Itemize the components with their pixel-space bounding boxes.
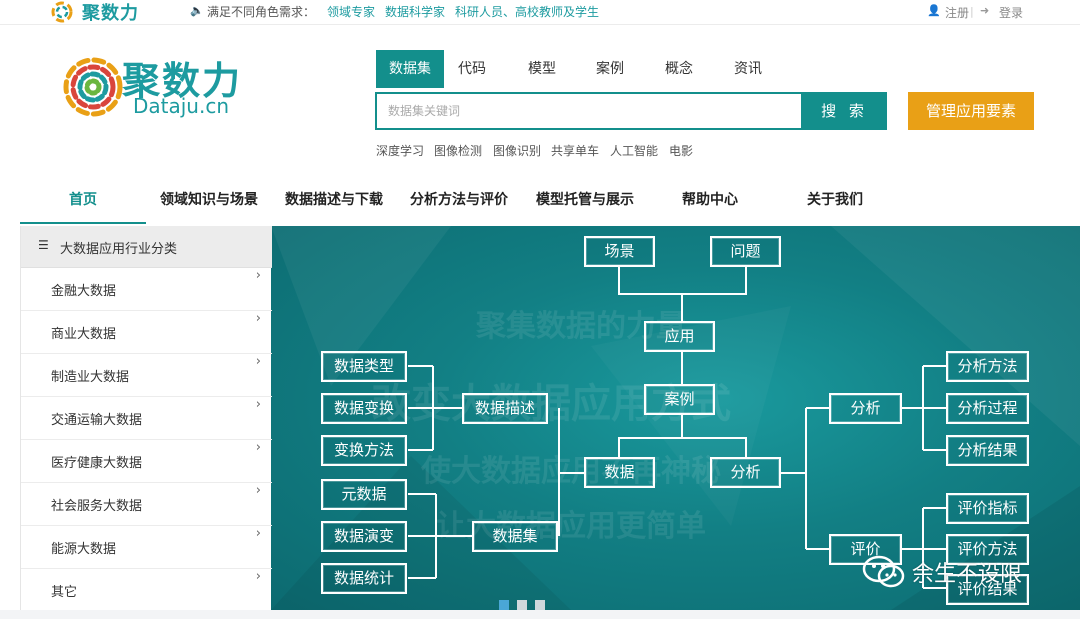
flow-node-data-statistics: 数据统计: [321, 563, 407, 594]
logo-mark-icon: [51, 1, 73, 23]
login-link[interactable]: 登录: [999, 4, 1023, 21]
carousel-dot[interactable]: [499, 600, 509, 610]
flow-node-transform-method: 变换方法: [321, 435, 407, 466]
speaker-icon: 🔈: [190, 4, 204, 17]
flow-node-analysis-result: 分析结果: [946, 435, 1029, 466]
hot-keyword[interactable]: 深度学习: [376, 142, 424, 159]
chevron-right-icon: ›: [255, 268, 261, 283]
flow-node-data-evolution: 数据演变: [321, 521, 407, 552]
flow-node-metadata: 元数据: [321, 479, 407, 510]
chevron-right-icon: ›: [255, 397, 261, 412]
search-button[interactable]: 搜 索: [802, 92, 887, 130]
flow-node-analysis-process: 分析过程: [946, 393, 1029, 424]
flow-node-scene: 场景: [584, 236, 655, 267]
flow-node-analysis-method: 分析方法: [946, 351, 1029, 382]
sidebar-item-manufacturing[interactable]: 制造业大数据 ›: [21, 354, 272, 397]
logo-icon[interactable]: [60, 52, 130, 122]
sidebar-title: 大数据应用行业分类: [60, 242, 178, 257]
sidebar-item-social-services[interactable]: 社会服务大数据 ›: [21, 483, 272, 526]
flow-node-data-type: 数据类型: [321, 351, 407, 382]
login-icon: ➜: [980, 4, 990, 17]
flow-node-data-description: 数据描述: [462, 393, 548, 424]
hot-keyword[interactable]: 共享单车: [551, 142, 599, 159]
tab-dataset[interactable]: 数据集: [376, 50, 444, 88]
list-icon: ☰: [38, 238, 49, 252]
flow-node-analysis-branch: 分析: [829, 393, 902, 424]
chevron-right-icon: ›: [255, 440, 261, 455]
role-link-domain-expert[interactable]: 领域专家: [327, 3, 375, 20]
chevron-right-icon: ›: [255, 311, 261, 326]
hot-keyword[interactable]: 图像检测: [434, 142, 482, 159]
tab-concept[interactable]: 概念: [651, 50, 707, 88]
register-link[interactable]: 注册: [945, 4, 969, 21]
mini-brand[interactable]: 聚数力: [82, 0, 139, 25]
industry-sidebar: ☰ 大数据应用行业分类 金融大数据 › 商业大数据 › 制造业大数据 › 交通运输大数…: [20, 226, 272, 612]
sidebar-item-label: 金融大数据: [51, 284, 117, 299]
sidebar-item-other[interactable]: 其它 ›: [21, 569, 272, 612]
role-need-label: 满足不同角色需求：: [207, 5, 316, 19]
flow-node-evaluation-index: 评价指标: [946, 493, 1029, 524]
main-nav: 首页 领域知识与场景 数据描述与下载 分析方法与评价 模型托管与展示 帮助中心 …: [0, 182, 1080, 224]
nav-data-download[interactable]: 数据描述与下载: [272, 182, 396, 224]
sidebar-item-transport[interactable]: 交通运输大数据 ›: [21, 397, 272, 440]
search-box: [375, 92, 803, 130]
chevron-right-icon: ›: [255, 526, 261, 541]
sidebar-item-label: 其它: [51, 585, 78, 600]
sidebar-header: ☰ 大数据应用行业分类: [21, 226, 272, 268]
nav-help-center[interactable]: 帮助中心: [648, 182, 772, 224]
sidebar-item-commerce[interactable]: 商业大数据 ›: [21, 311, 272, 354]
wechat-account-name: 余生不设限: [912, 562, 1023, 587]
flow-node-data-transform: 数据变换: [321, 393, 407, 424]
sidebar-item-label: 能源大数据: [51, 542, 117, 557]
chevron-right-icon: ›: [255, 483, 261, 498]
nav-domain-knowledge[interactable]: 领域知识与场景: [146, 182, 272, 224]
hot-keyword[interactable]: 电影: [669, 142, 693, 159]
nav-home[interactable]: 首页: [20, 182, 146, 224]
sidebar-item-label: 社会服务大数据: [51, 499, 143, 514]
carousel-dot[interactable]: [535, 600, 545, 610]
sidebar-item-finance[interactable]: 金融大数据 ›: [21, 268, 272, 311]
nav-analysis-methods[interactable]: 分析方法与评价: [396, 182, 522, 224]
hot-keyword[interactable]: 人工智能: [610, 142, 658, 159]
chevron-right-icon: ›: [255, 569, 261, 584]
manage-elements-button[interactable]: 管理应用要素: [908, 92, 1034, 130]
search-input[interactable]: [377, 94, 801, 128]
tab-code[interactable]: 代码: [444, 50, 500, 88]
role-link-researchers[interactable]: 科研人员、高校教师及学生: [455, 3, 599, 20]
sidebar-item-label: 商业大数据: [51, 327, 117, 342]
hot-keyword[interactable]: 图像识别: [493, 142, 541, 159]
wechat-watermark: 余生不设限: [862, 553, 1050, 591]
sidebar-item-label: 医疗健康大数据: [51, 456, 143, 471]
flow-node-data: 数据: [584, 457, 655, 488]
tab-news[interactable]: 资讯: [720, 50, 776, 88]
brand-domain: Dataju.cn: [133, 94, 230, 118]
sidebar-item-label: 制造业大数据: [51, 370, 130, 385]
flow-node-dataset: 数据集: [472, 521, 558, 552]
sidebar-item-label: 交通运输大数据: [51, 413, 143, 428]
top-bar: 聚数力 🔈 满足不同角色需求： 领域专家 数据科学家 科研人员、高校教师及学生 …: [0, 0, 1080, 25]
flow-node-application: 应用: [644, 321, 715, 352]
flow-node-problem: 问题: [710, 236, 781, 267]
wechat-icon: [862, 555, 905, 588]
flow-node-case: 案例: [644, 384, 715, 415]
divider: |: [970, 5, 974, 18]
user-icon: 👤: [927, 4, 941, 17]
page-bottom-strip: [0, 610, 1080, 619]
sidebar-item-energy[interactable]: 能源大数据 ›: [21, 526, 272, 569]
role-link-data-scientist[interactable]: 数据科学家: [385, 3, 445, 20]
carousel-dot[interactable]: [517, 600, 527, 610]
chevron-right-icon: ›: [255, 354, 261, 369]
flow-node-analysis: 分析: [710, 457, 781, 488]
tab-case[interactable]: 案例: [582, 50, 638, 88]
tab-model[interactable]: 模型: [514, 50, 570, 88]
nav-model-hosting[interactable]: 模型托管与展示: [522, 182, 648, 224]
sidebar-item-healthcare[interactable]: 医疗健康大数据 ›: [21, 440, 272, 483]
nav-about-us[interactable]: 关于我们: [772, 182, 898, 224]
